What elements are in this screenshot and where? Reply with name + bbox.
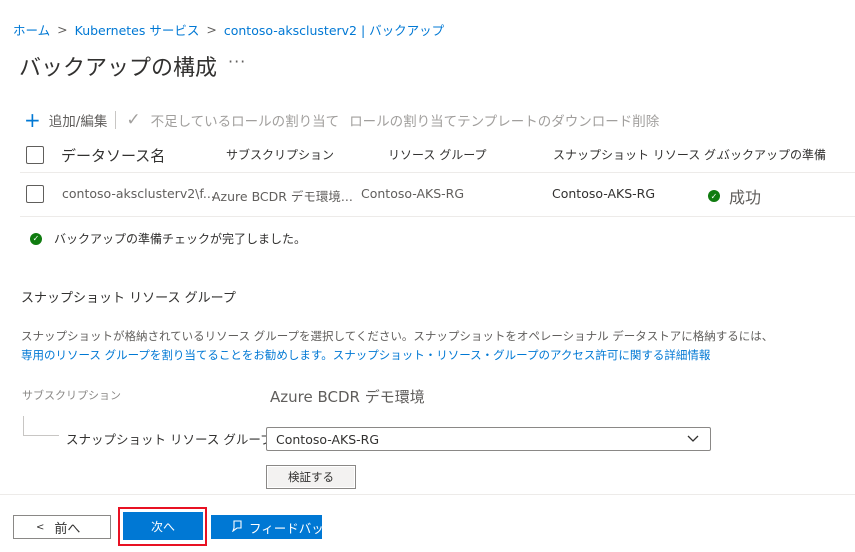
previous-button[interactable]: < 前へ	[13, 515, 111, 539]
header-datasource[interactable]: データソース名	[61, 145, 165, 166]
header-resource-group[interactable]: リソース グループ	[388, 146, 487, 163]
subscription-label: サブスクリプション	[22, 389, 121, 402]
header-backup-readiness[interactable]: バックアップの準備	[718, 146, 826, 163]
toolbar: + 追加/編集 ✓ 不足しているロールの割り当て ロールの割り当てテンプレートの…	[24, 108, 659, 132]
toolbar-divider	[115, 111, 117, 129]
download-role-template-button[interactable]: ロールの割り当てテンプレートのダウンロード	[349, 110, 632, 130]
readiness-message-text: バックアップの準備チェックが完了しました。	[54, 232, 307, 246]
header-snapshot-rg[interactable]: スナップショット リソース グ...	[553, 146, 727, 163]
tree-connector	[23, 416, 24, 436]
table-divider	[20, 172, 855, 173]
status-label: 成功	[729, 188, 762, 207]
more-options-button[interactable]: ···	[228, 52, 246, 71]
snapshot-section-title: スナップショット リソース グループ	[21, 291, 236, 306]
cell-status: ✓ 成功	[708, 184, 761, 208]
success-check-icon: ✓	[708, 190, 720, 202]
header-subscription[interactable]: サブスクリプション	[226, 146, 334, 163]
snapshot-rg-label: スナップショット リソース グループ	[66, 432, 273, 447]
checkmark-icon: ✓	[126, 110, 141, 130]
chevron-down-icon	[686, 431, 700, 449]
cell-datasource: contoso-aksclusterv2\f...	[62, 186, 215, 201]
feedback-button[interactable]: フィードバック	[211, 515, 336, 539]
add-edit-label: 追加/編集	[48, 114, 108, 130]
footer-divider	[0, 494, 855, 495]
success-check-icon: ✓	[30, 232, 42, 245]
cell-subscription: Azure BCDR デモ環境...	[212, 189, 353, 204]
breadcrumb-current[interactable]: contoso-aksclusterv2 | バックアップ	[224, 20, 444, 39]
row-checkbox[interactable]	[26, 185, 44, 203]
readiness-message: ✓ バックアップの準備チェックが完了しました。	[30, 230, 306, 247]
assign-missing-roles-label: 不足しているロールの割り当て	[150, 114, 340, 130]
snapshot-rg-dropdown[interactable]: Contoso-AKS-RG	[266, 427, 711, 451]
breadcrumb: ホーム > Kubernetes サービス > contoso-aksclust…	[13, 20, 444, 39]
breadcrumb-home[interactable]: ホーム	[13, 20, 50, 39]
assign-missing-roles-button[interactable]: ✓ 不足しているロールの割り当て	[126, 110, 339, 130]
breadcrumb-separator: >	[57, 22, 68, 37]
delete-label: 削除	[632, 114, 660, 130]
snapshot-description: スナップショットが格納されているリソース グループを選択してください。スナップシ…	[21, 327, 773, 365]
cell-resource-group: Contoso-AKS-RG	[361, 186, 465, 201]
breadcrumb-kubernetes[interactable]: Kubernetes サービス	[75, 20, 200, 39]
table-header: データソース名 サブスクリプション リソース グループ スナップショット リソー…	[20, 140, 855, 172]
table-divider	[20, 216, 855, 217]
previous-label: 前へ	[54, 521, 81, 537]
plus-icon: +	[24, 108, 41, 132]
feedback-label: フィードバック	[249, 520, 337, 536]
next-button[interactable]: 次へ	[123, 512, 203, 540]
verify-button[interactable]: 検証する	[266, 465, 356, 489]
delete-button[interactable]: 削除	[632, 110, 659, 130]
snapshot-learn-more-link[interactable]: 専用のリソース グループを割り当てることをお勧めします。スナップショット・リソー…	[21, 348, 710, 362]
download-role-template-label: ロールの割り当てテンプレートのダウンロード	[349, 114, 633, 130]
snapshot-rg-selected: Contoso-AKS-RG	[276, 431, 380, 447]
select-all-checkbox[interactable]	[26, 146, 44, 164]
page-title: バックアップの構成	[19, 56, 218, 81]
breadcrumb-separator: >	[206, 22, 217, 37]
tree-connector	[23, 435, 59, 436]
subscription-value: Azure BCDR デモ環境	[270, 388, 425, 406]
snapshot-description-text: スナップショットが格納されているリソース グループを選択してください。スナップシ…	[21, 329, 774, 343]
cell-snapshot-rg: Contoso-AKS-RG	[552, 186, 656, 201]
chevron-left-icon: <	[36, 521, 45, 533]
feedback-icon	[231, 519, 243, 535]
add-edit-button[interactable]: + 追加/編集	[24, 110, 107, 130]
